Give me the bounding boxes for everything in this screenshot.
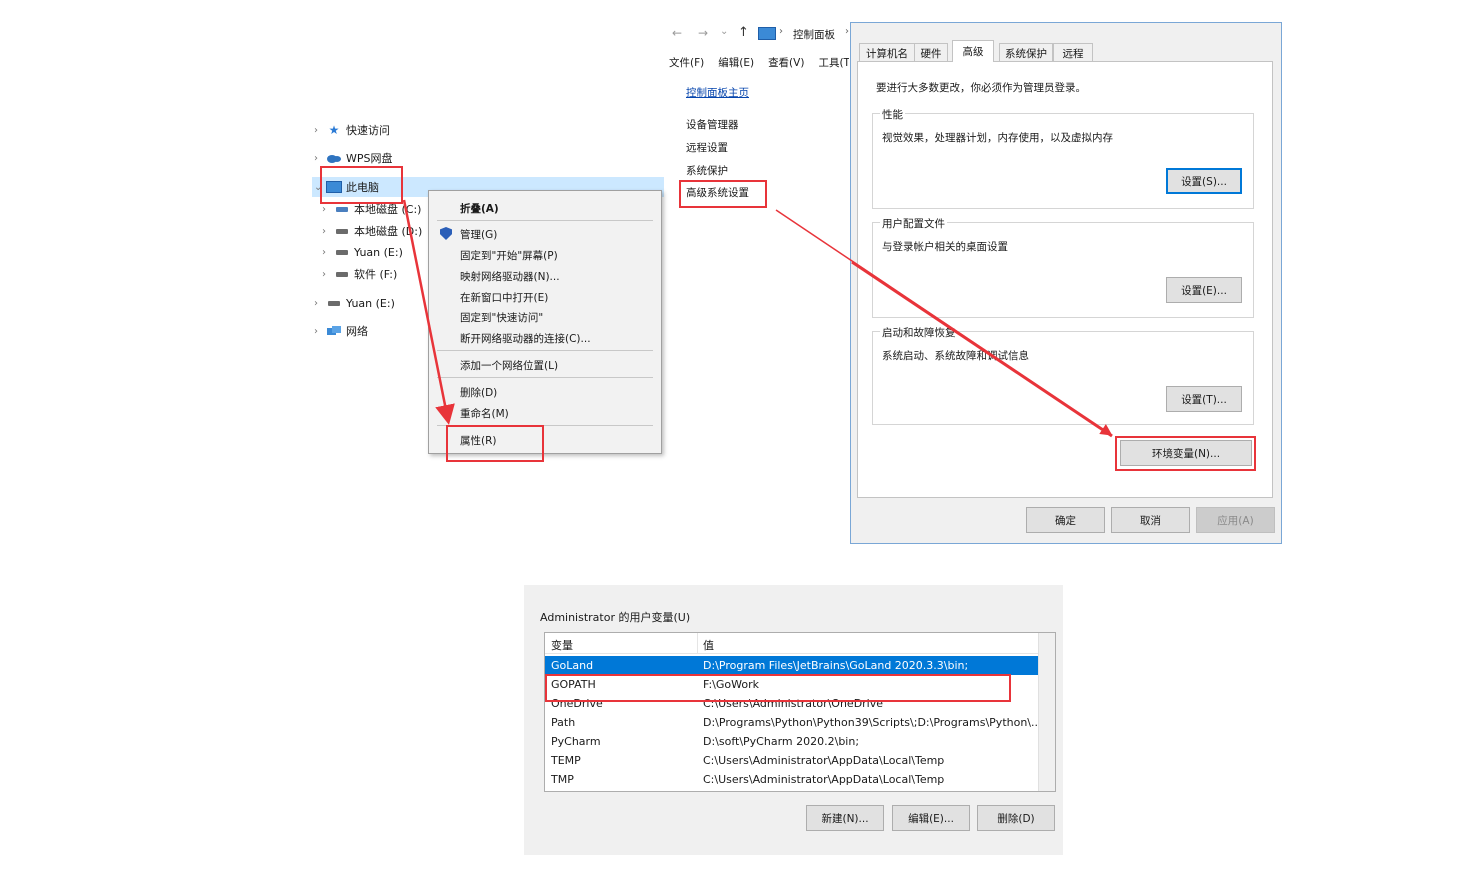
arrow-to-properties xyxy=(402,199,455,425)
arrow-to-env-button-thick xyxy=(851,260,1113,438)
annotation-arrows xyxy=(402,199,1113,438)
tab-advanced[interactable]: 高级 xyxy=(952,40,994,62)
